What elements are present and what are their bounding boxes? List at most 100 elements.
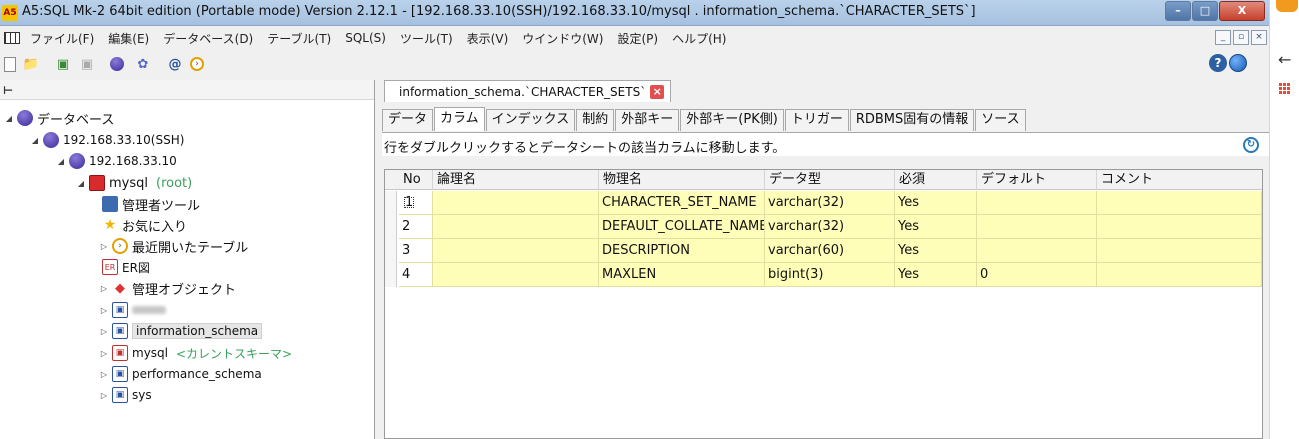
- cell-default[interactable]: [977, 239, 1097, 263]
- tree-node-connection[interactable]: ◢ 192.168.33.10(SSH): [30, 130, 184, 150]
- menu-table[interactable]: テーブル(T): [267, 30, 331, 47]
- table-row[interactable]: 3 DESCRIPTION varchar(60) Yes: [385, 239, 1262, 263]
- tab-triggers[interactable]: トリガー: [784, 109, 849, 131]
- maximize-button[interactable]: □: [1192, 1, 1218, 21]
- settings-icon[interactable]: ✿: [134, 55, 152, 73]
- expand-arrow-icon[interactable]: ◢: [56, 157, 66, 166]
- header-comment[interactable]: コメント: [1097, 170, 1262, 190]
- tree-node-favorites[interactable]: ★ お気に入り: [102, 215, 187, 235]
- cell-no[interactable]: 3: [399, 239, 433, 263]
- table-row[interactable]: 4 MAXLEN bigint(3) Yes 0: [385, 263, 1262, 287]
- mdi-restore-button[interactable]: ▫: [1233, 30, 1249, 45]
- tab-columns[interactable]: カラム: [434, 107, 485, 131]
- header-default[interactable]: デフォルト: [977, 170, 1097, 190]
- tree-node-schema-information[interactable]: ▷ ▣ information_schema: [99, 321, 263, 341]
- mdi-close-button[interactable]: ×: [1251, 30, 1267, 45]
- tree-node-admin-tool[interactable]: 管理者ツール: [102, 194, 200, 214]
- cell-logical-name[interactable]: [433, 191, 599, 215]
- menu-help[interactable]: ヘルプ(H): [672, 30, 726, 47]
- connect-icon[interactable]: ▣: [54, 55, 72, 73]
- collapsed-arrow-icon[interactable]: ▷: [99, 242, 109, 251]
- cell-no[interactable]: 1: [399, 191, 433, 215]
- menu-tool[interactable]: ツール(T): [400, 30, 453, 47]
- header-data-type[interactable]: データ型: [765, 170, 895, 190]
- table-row[interactable]: 2 DEFAULT_COLLATE_NAME varchar(32) Yes: [385, 215, 1262, 239]
- cell-comment[interactable]: [1097, 191, 1262, 215]
- cell-logical-name[interactable]: [433, 263, 599, 287]
- tree-view-icon[interactable]: ⊢: [3, 84, 13, 97]
- header-required[interactable]: 必須: [895, 170, 977, 190]
- menu-settings[interactable]: 設定(P): [617, 30, 658, 47]
- new-document-icon[interactable]: [4, 56, 16, 72]
- cell-default[interactable]: [977, 215, 1097, 239]
- collapsed-arrow-icon[interactable]: ▷: [99, 284, 109, 293]
- tab-rdbms-info[interactable]: RDBMS固有の情報: [849, 109, 975, 131]
- tab-indexes[interactable]: インデックス: [485, 109, 576, 131]
- tab-data[interactable]: データ: [382, 109, 434, 131]
- tree-node-er-diagram[interactable]: ER ER図: [102, 257, 150, 277]
- row-indicator[interactable]: [385, 191, 397, 215]
- apps-grid-icon[interactable]: [1278, 82, 1290, 94]
- menu-file[interactable]: ファイル(F): [30, 30, 94, 47]
- web-icon[interactable]: [1229, 54, 1247, 72]
- tree-node-schema-mysql[interactable]: ▷ ▣ mysql <カレントスキーマ>: [99, 343, 292, 363]
- cell-default[interactable]: 0: [977, 263, 1097, 287]
- at-icon[interactable]: @: [166, 55, 184, 73]
- cell-comment[interactable]: [1097, 263, 1262, 287]
- cell-data-type[interactable]: bigint(3): [765, 263, 895, 287]
- collapsed-arrow-icon[interactable]: ▷: [99, 391, 109, 400]
- row-indicator[interactable]: [385, 263, 397, 287]
- cell-data-type[interactable]: varchar(32): [765, 215, 895, 239]
- menu-edit[interactable]: 編集(E): [108, 30, 149, 47]
- expand-arrow-icon[interactable]: ◢: [4, 114, 14, 123]
- tab-source[interactable]: ソース: [975, 109, 1026, 131]
- cell-default[interactable]: [977, 191, 1097, 215]
- menu-window[interactable]: ウインドウ(W): [522, 30, 603, 47]
- cell-logical-name[interactable]: [433, 239, 599, 263]
- header-logical-name[interactable]: 論理名: [433, 170, 599, 190]
- cell-required[interactable]: Yes: [895, 215, 977, 239]
- cell-comment[interactable]: [1097, 239, 1262, 263]
- cell-physical-name[interactable]: CHARACTER_SET_NAME: [599, 191, 765, 215]
- close-button[interactable]: X: [1219, 1, 1265, 21]
- tree-node-schema-performance[interactable]: ▷ ▣ performance_schema: [99, 364, 262, 384]
- open-icon[interactable]: 📁: [22, 55, 40, 73]
- database-icon[interactable]: [110, 55, 128, 73]
- cell-logical-name[interactable]: [433, 215, 599, 239]
- recent-icon[interactable]: ›: [190, 55, 208, 73]
- help-icon[interactable]: ?: [1209, 54, 1227, 72]
- tree-node-admin-objects[interactable]: ▷ ◆ 管理オブジェクト: [99, 278, 236, 298]
- expand-arrow-icon[interactable]: ◢: [30, 136, 40, 145]
- row-indicator[interactable]: [385, 239, 397, 263]
- collapsed-arrow-icon[interactable]: ▷: [99, 306, 109, 315]
- cell-data-type[interactable]: varchar(32): [765, 191, 895, 215]
- expand-arrow-icon[interactable]: ◢: [76, 179, 86, 188]
- collapsed-arrow-icon[interactable]: ▷: [99, 370, 109, 379]
- cell-required[interactable]: Yes: [895, 239, 977, 263]
- tab-close-icon[interactable]: ×: [650, 84, 665, 99]
- tree-node-schema-hidden[interactable]: ▷ ▣: [99, 300, 166, 320]
- cell-no[interactable]: 2: [399, 215, 433, 239]
- table-row[interactable]: 1 CHARACTER_SET_NAME varchar(32) Yes: [385, 191, 1262, 215]
- tab-constraints[interactable]: 制約: [576, 109, 615, 131]
- menu-database[interactable]: データベース(D): [163, 30, 253, 47]
- mdi-minimize-button[interactable]: _: [1215, 30, 1231, 45]
- cell-required[interactable]: Yes: [895, 263, 977, 287]
- row-indicator[interactable]: [385, 215, 397, 239]
- tree-node-databases[interactable]: ◢ データベース: [4, 108, 114, 128]
- header-physical-name[interactable]: 物理名: [599, 170, 765, 190]
- cell-no[interactable]: 4: [399, 263, 433, 287]
- tree-node-host[interactable]: ◢ 192.168.33.10: [56, 151, 177, 171]
- back-arrow-icon[interactable]: ←: [1278, 50, 1291, 69]
- minimize-button[interactable]: –: [1165, 1, 1191, 21]
- cell-data-type[interactable]: varchar(60): [765, 239, 895, 263]
- refresh-icon[interactable]: ↻: [1243, 137, 1259, 153]
- tab-foreign-keys[interactable]: 外部キー: [615, 109, 680, 131]
- collapsed-arrow-icon[interactable]: ▷: [99, 349, 109, 358]
- cell-physical-name[interactable]: DESCRIPTION: [599, 239, 765, 263]
- tree-node-recent-tables[interactable]: ▷ › 最近開いたテーブル: [99, 236, 248, 256]
- cell-required[interactable]: Yes: [895, 191, 977, 215]
- window-menu-icon[interactable]: [4, 32, 20, 44]
- document-tab[interactable]: information_schema.`CHARACTER_SETS` ×: [384, 80, 672, 102]
- cell-physical-name[interactable]: MAXLEN: [599, 263, 765, 287]
